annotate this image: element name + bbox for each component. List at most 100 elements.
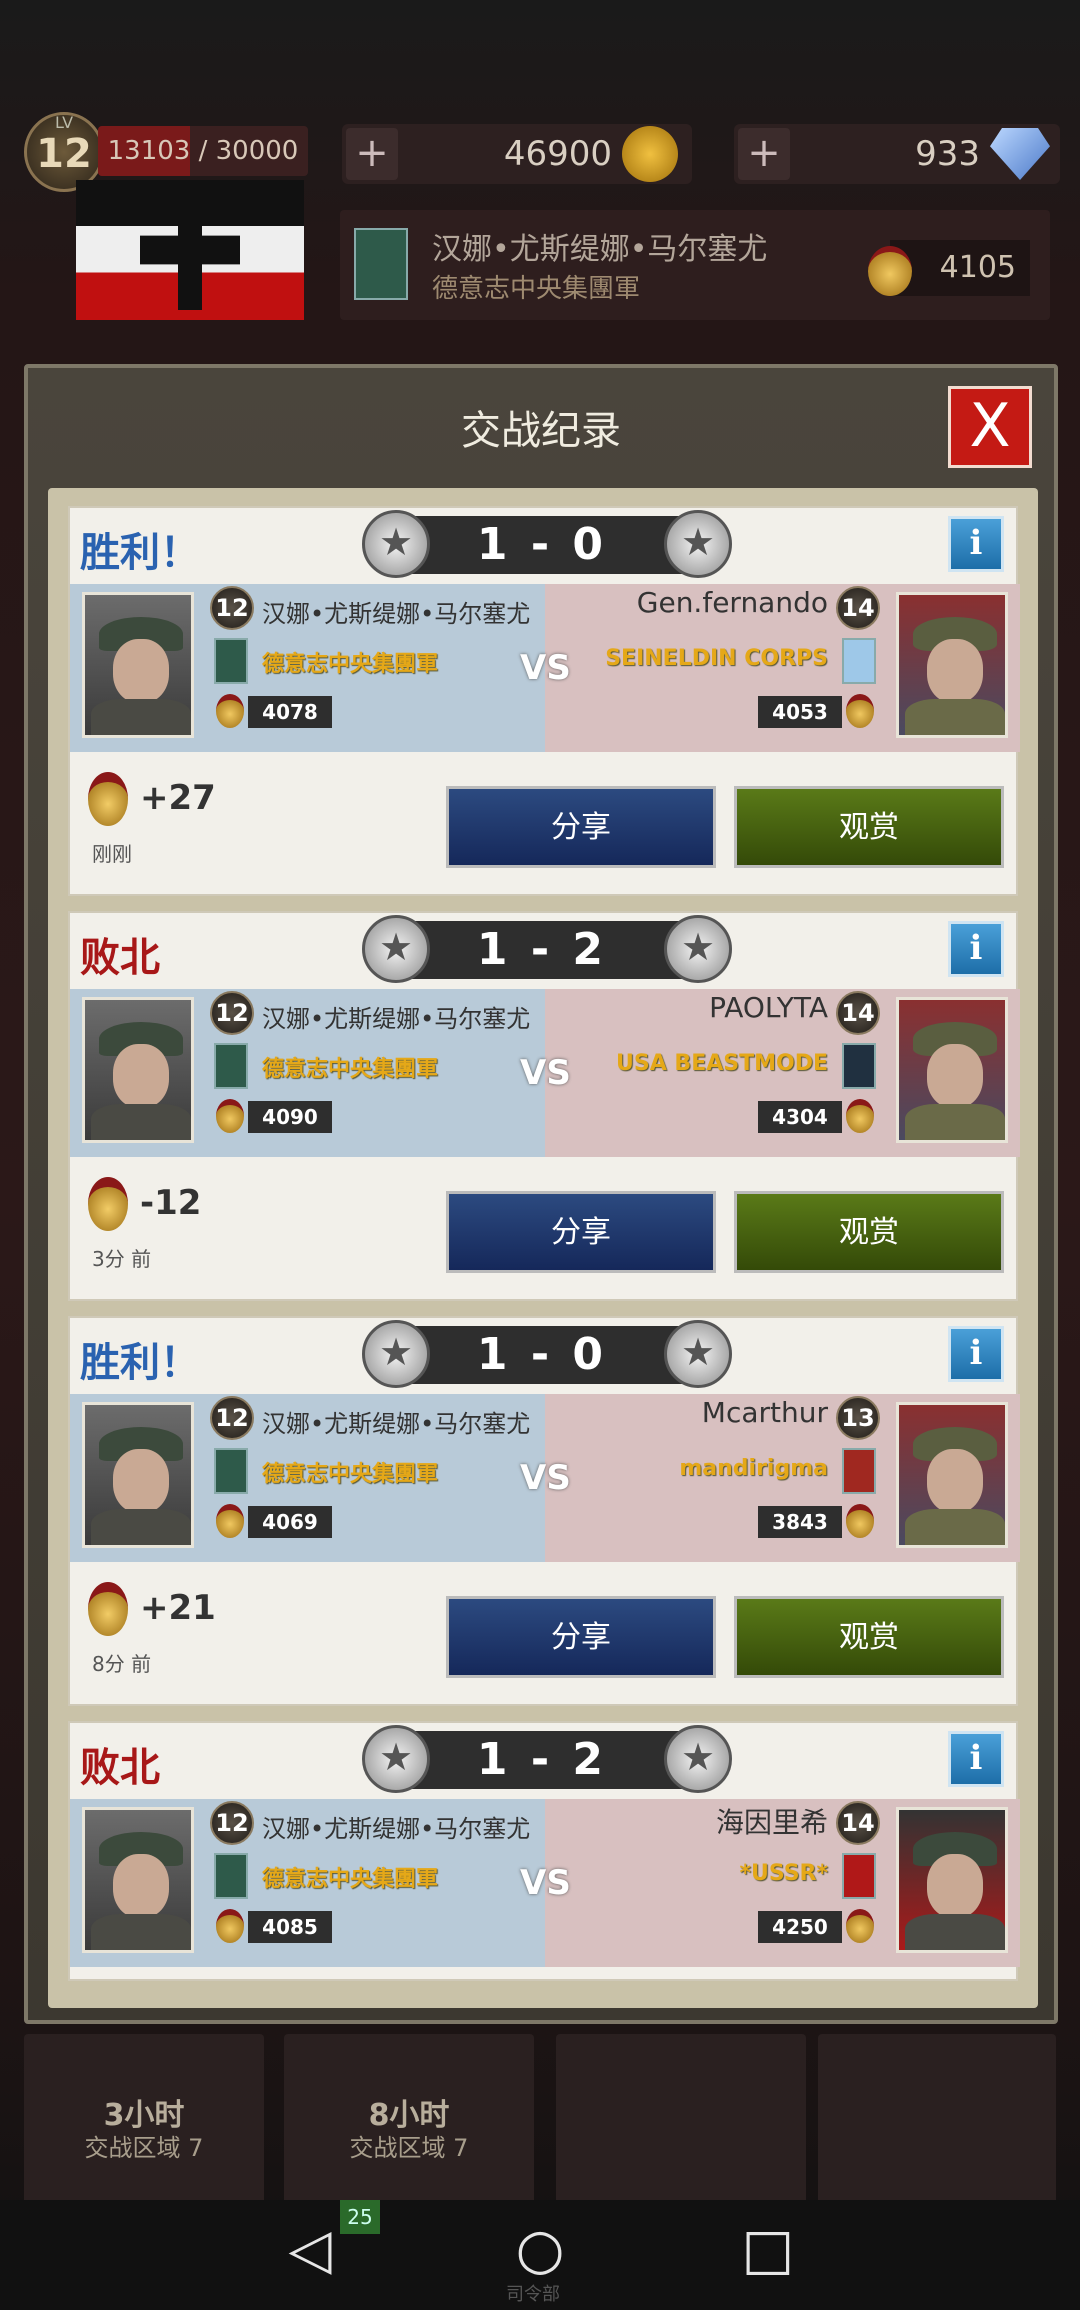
player-left: 12 汉娜•尤斯缇娜•马尔塞尤 德意志中央集團軍 4085 [70, 1799, 545, 1967]
watch-replay-button[interactable]: 观赏 [734, 1191, 1004, 1273]
notification-badge: 25 [340, 2200, 380, 2234]
opponent-portrait [896, 1807, 1008, 1953]
supply-box-2[interactable]: 8小时 交战区域 7 [284, 2034, 534, 2204]
player-portrait [82, 592, 194, 738]
info-button[interactable]: i [948, 1326, 1004, 1382]
corps-emblem-icon [842, 638, 876, 684]
vs-label: VS [520, 1863, 571, 1903]
battle-card: 胜利！ 1 - 0 ★ ★ i 12 汉娜•尤斯缇娜•马尔塞尤 德意志中央集團軍… [68, 506, 1020, 896]
opponent-corps: mandirigma [679, 1456, 828, 1481]
battle-time: 8分 前 [92, 1652, 152, 1676]
battle-record-dialog: 交战纪录 X 胜利！ 1 - 0 ★ ★ i 12 汉娜•尤斯缇娜•马尔塞尤 德… [24, 364, 1058, 2024]
xp-text: 13103 / 30000 [107, 136, 299, 166]
player-name: 汉娜•尤斯缇娜•马尔塞尤 [262, 600, 531, 628]
points-delta: +27 [140, 778, 216, 818]
info-button[interactable]: i [948, 1731, 1004, 1787]
opponent-name: Gen.fernando [636, 586, 828, 619]
info-button[interactable]: i [948, 516, 1004, 572]
share-button[interactable]: 分享 [446, 786, 716, 868]
star-emblem-icon: ★ [664, 915, 732, 983]
vs-label: VS [520, 1458, 571, 1498]
battle-result: 胜利！ [80, 530, 200, 576]
player-corps: 德意志中央集團軍 [262, 1057, 439, 1082]
player-points: 4078 [248, 696, 332, 728]
opponent-level-icon: 14 [836, 1801, 880, 1845]
supply-box-4 [818, 2034, 1056, 2204]
star-emblem-icon: ★ [664, 1725, 732, 1793]
share-button[interactable]: 分享 [446, 1191, 716, 1273]
medal-icon [846, 694, 874, 728]
opponent-points: 3843 [758, 1506, 842, 1538]
opponent-name: Mcarthur [701, 1396, 828, 1429]
corps-emblem-icon [354, 228, 408, 300]
corps-name: 德意志中央集團軍 [432, 274, 641, 304]
medal-icon [88, 1582, 128, 1636]
opponent-portrait [896, 1402, 1008, 1548]
player-name: 汉娜•尤斯缇娜•马尔塞尤 [262, 1005, 531, 1033]
opponent-points: 4250 [758, 1911, 842, 1943]
player-corps: 德意志中央集團軍 [262, 652, 439, 677]
add-gems-button[interactable]: + [738, 128, 790, 180]
vs-label: VS [520, 648, 571, 688]
watch-replay-button[interactable]: 观赏 [734, 1596, 1004, 1678]
medal-icon [216, 1504, 244, 1538]
battle-list[interactable]: 胜利！ 1 - 0 ★ ★ i 12 汉娜•尤斯缇娜•马尔塞尤 德意志中央集團軍… [48, 488, 1038, 2008]
battle-score: 1 - 0 [388, 516, 696, 574]
medal-icon [216, 1099, 244, 1133]
add-gold-button[interactable]: + [346, 128, 398, 180]
battle-card: 败北 1 - 2 ★ ★ i 12 汉娜•尤斯缇娜•马尔塞尤 德意志中央集團軍 … [68, 1721, 1020, 1981]
gold-coin-icon [622, 126, 678, 182]
medal-icon [846, 1909, 874, 1943]
star-emblem-icon: ★ [362, 1320, 430, 1388]
opponent-corps: SEINELDIN CORPS [605, 646, 828, 671]
player-points: 4090 [248, 1101, 332, 1133]
medal-icon [216, 694, 244, 728]
points-delta: +21 [140, 1588, 216, 1628]
supply-box-1[interactable]: 3小时 交战区域 7 [24, 2034, 264, 2204]
star-emblem-icon: ★ [362, 915, 430, 983]
player-level-icon: 12 [210, 1801, 254, 1845]
opponent-level-icon: 13 [836, 1396, 880, 1440]
corps-emblem-icon [214, 638, 248, 684]
watch-replay-button[interactable]: 观赏 [734, 786, 1004, 868]
battle-result: 败北 [80, 1745, 160, 1791]
back-icon[interactable]: ◁ [270, 2200, 350, 2300]
corps-emblem-icon [842, 1448, 876, 1494]
battle-card: 胜利！ 1 - 0 ★ ★ i 12 汉娜•尤斯缇娜•马尔塞尤 德意志中央集團軍… [68, 1316, 1020, 1706]
share-button[interactable]: 分享 [446, 1596, 716, 1678]
info-button[interactable]: i [948, 921, 1004, 977]
player-right: 14 PAOLYTA USA BEASTMODE 4304 [545, 989, 1020, 1157]
opponent-points: 4304 [758, 1101, 842, 1133]
opponent-portrait [896, 997, 1008, 1143]
battle-result: 胜利！ [80, 1340, 200, 1386]
close-button[interactable]: X [948, 386, 1032, 468]
player-level-icon: 12 [210, 586, 254, 630]
opponent-corps: USA BEASTMODE [616, 1051, 828, 1076]
battle-result: 败北 [80, 935, 160, 981]
player-left: 12 汉娜•尤斯缇娜•马尔塞尤 德意志中央集團軍 4078 [70, 584, 545, 752]
alliance-panel[interactable]: 汉娜•尤斯缇娜•马尔塞尤 德意志中央集團軍 4105 [340, 210, 1050, 320]
commander-name: 汉娜•尤斯缇娜•马尔塞尤 [432, 232, 768, 267]
star-emblem-icon: ★ [362, 1725, 430, 1793]
player-right: 14 海因里希 *USSR* 4250 [545, 1799, 1020, 1967]
hq-label: 司令部 [506, 2284, 560, 2305]
player-left: 12 汉娜•尤斯缇娜•马尔塞尤 德意志中央集團軍 4090 [70, 989, 545, 1157]
medal-icon [846, 1504, 874, 1538]
player-level-icon: 12 [210, 991, 254, 1035]
battle-score: 1 - 2 [388, 921, 696, 979]
battle-time: 3分 前 [92, 1247, 152, 1271]
opponent-name: 海因里希 [715, 1806, 828, 1839]
battle-card: 败北 1 - 2 ★ ★ i 12 汉娜•尤斯缇娜•马尔塞尤 德意志中央集團軍 … [68, 911, 1020, 1301]
xp-bar: 13103 / 30000 [98, 126, 308, 176]
opponent-name: PAOLYTA [709, 991, 828, 1024]
corps-emblem-icon [842, 1043, 876, 1089]
medal-icon [846, 1099, 874, 1133]
opponent-corps: *USSR* [739, 1861, 828, 1886]
recents-icon[interactable]: □ [728, 2200, 808, 2300]
supply-box-3 [556, 2034, 806, 2204]
gold-resource: + 46900 [342, 124, 692, 184]
star-emblem-icon: ★ [664, 510, 732, 578]
points-delta: -12 [140, 1183, 202, 1223]
corps-emblem-icon [214, 1448, 248, 1494]
level-label: LV [54, 113, 74, 132]
